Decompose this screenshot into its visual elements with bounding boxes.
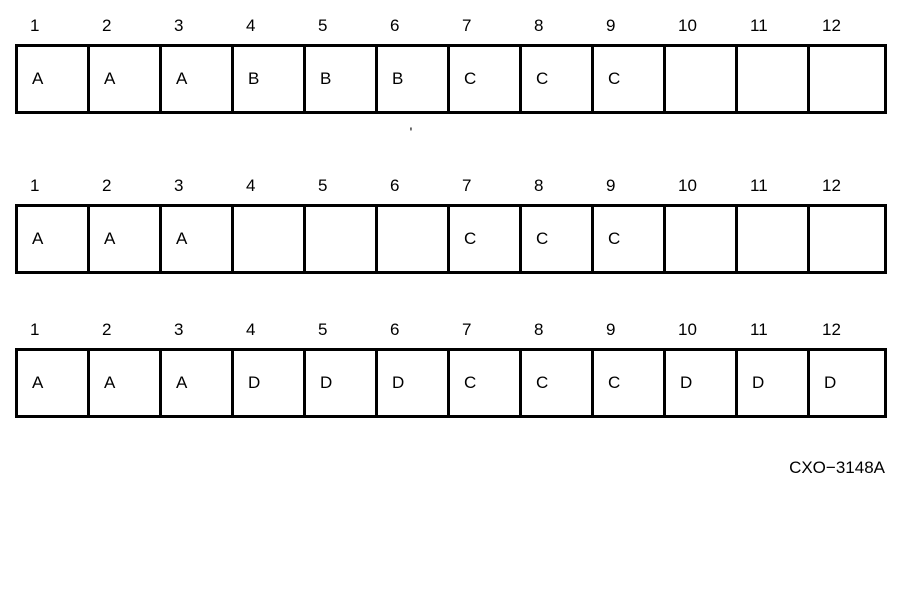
slot-cell [666,207,738,271]
figure-code: CXO−3148A [15,458,887,478]
slot-cell [234,207,306,271]
column-header: 4 [236,10,308,44]
column-header: 8 [524,170,596,204]
slot-cell [666,47,738,111]
slot-cell: D [666,351,738,415]
slot-table-3: 1 2 3 4 5 6 7 8 9 10 11 12 A A A D D D C… [15,314,887,418]
column-header: 5 [308,10,380,44]
slot-cell: B [378,47,450,111]
slot-cell: A [162,47,234,111]
slot-cell: C [522,351,594,415]
slot-cell [378,207,450,271]
slot-cell [738,47,810,111]
column-header: 10 [668,170,740,204]
column-header: 3 [164,170,236,204]
column-header: 10 [668,10,740,44]
slot-cell: D [810,351,882,415]
column-header: 6 [380,10,452,44]
column-header: 4 [236,314,308,348]
slot-cell: C [594,47,666,111]
slot-cell: C [450,47,522,111]
slot-cell: C [594,351,666,415]
slot-cell: B [234,47,306,111]
slot-cell: A [162,207,234,271]
column-header: 8 [524,10,596,44]
gap-marker: ' [0,124,887,140]
slot-cell: B [306,47,378,111]
slot-cell: A [90,351,162,415]
column-header: 8 [524,314,596,348]
slot-cell: C [522,47,594,111]
column-header: 11 [740,10,812,44]
column-header: 6 [380,170,452,204]
column-header: 7 [452,10,524,44]
column-header: 11 [740,170,812,204]
slot-cell: D [234,351,306,415]
slot-cell: C [450,351,522,415]
column-header: 12 [812,170,884,204]
column-header: 10 [668,314,740,348]
slot-cell: A [90,47,162,111]
column-header: 12 [812,314,884,348]
column-header: 9 [596,314,668,348]
slot-table-1: 1 2 3 4 5 6 7 8 9 10 11 12 A A A B B B C… [15,10,887,114]
column-header: 3 [164,314,236,348]
column-header: 5 [308,170,380,204]
column-header: 9 [596,170,668,204]
slot-cell: A [18,351,90,415]
column-header: 3 [164,10,236,44]
column-header: 2 [92,10,164,44]
column-header: 1 [20,10,92,44]
slot-cell: A [162,351,234,415]
slot-cell: A [90,207,162,271]
slot-cell: D [738,351,810,415]
slot-cell: D [378,351,450,415]
slot-cell: A [18,207,90,271]
column-header: 2 [92,170,164,204]
slot-cell [306,207,378,271]
column-header: 2 [92,314,164,348]
column-header: 11 [740,314,812,348]
slot-cell: D [306,351,378,415]
column-header: 4 [236,170,308,204]
column-header: 5 [308,314,380,348]
slot-cell: C [594,207,666,271]
slot-cell: C [450,207,522,271]
column-header: 7 [452,314,524,348]
slot-cell: A [18,47,90,111]
column-header: 6 [380,314,452,348]
column-header: 9 [596,10,668,44]
slot-cell: C [522,207,594,271]
column-header: 12 [812,10,884,44]
column-header: 1 [20,314,92,348]
column-header: 1 [20,170,92,204]
column-header: 7 [452,170,524,204]
slot-cell [810,207,882,271]
slot-table-2: 1 2 3 4 5 6 7 8 9 10 11 12 A A A C C C [15,170,887,274]
slot-cell [738,207,810,271]
slot-cell [810,47,882,111]
